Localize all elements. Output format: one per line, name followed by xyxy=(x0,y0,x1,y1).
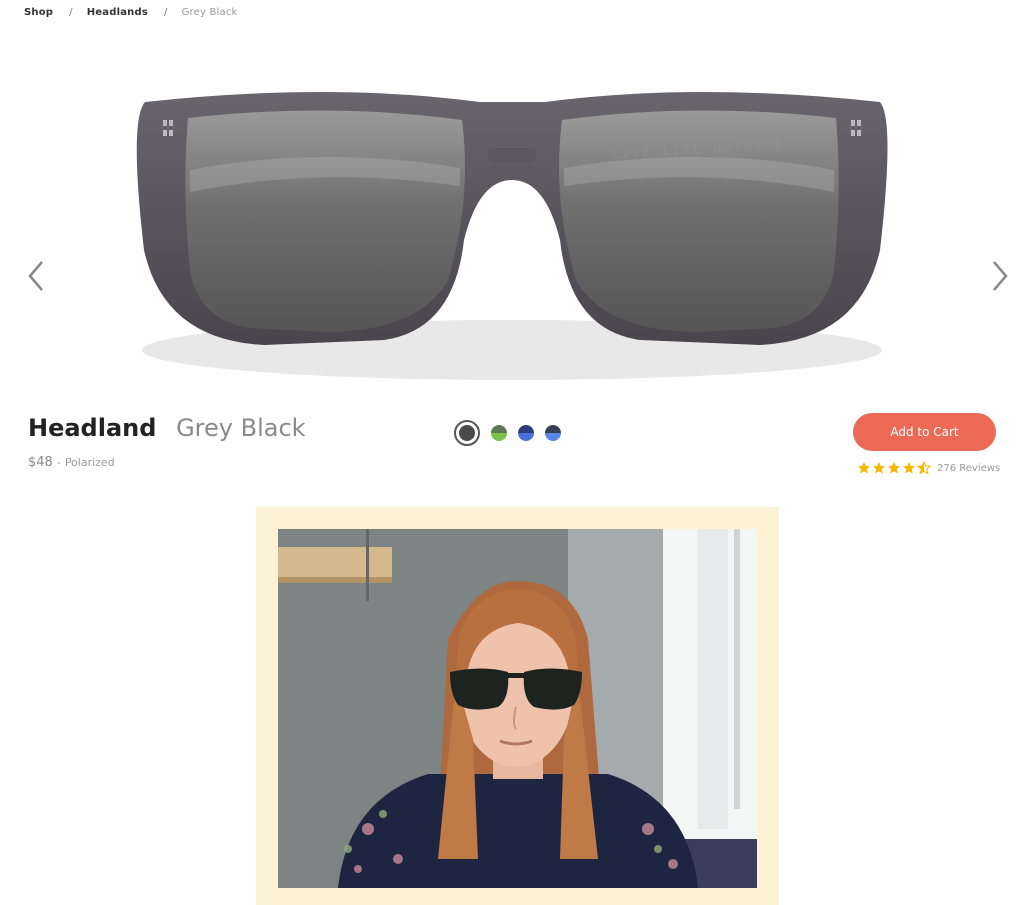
breadcrumb-separator: / xyxy=(69,7,73,18)
swatch-blue-grey[interactable] xyxy=(545,425,561,441)
star-half-icon xyxy=(917,461,931,475)
star-icon xyxy=(873,462,885,474)
breadcrumb: Shop / Headlands / Grey Black xyxy=(24,7,238,18)
subtitle-separator: - xyxy=(56,456,61,469)
product-hero: LIVE LIFE OUTSIDE xyxy=(0,40,1024,400)
swatch-green[interactable] xyxy=(491,425,507,441)
product-rating: 276 Reviews xyxy=(857,461,1000,475)
product-title: Headland Grey Black xyxy=(28,412,306,444)
swatch-grey-black[interactable] xyxy=(454,420,480,446)
reviews-link[interactable]: 276 Reviews xyxy=(937,463,1000,474)
sunglasses-image: LIVE LIFE OUTSIDE xyxy=(136,92,888,380)
lens-type: Polarized xyxy=(64,456,115,469)
add-to-cart-button[interactable]: Add to Cart xyxy=(853,413,996,451)
carousel-next-button[interactable] xyxy=(984,258,1012,294)
product-subtitle: $48 - Polarized xyxy=(28,455,115,470)
star-icon xyxy=(903,462,915,474)
breadcrumb-shop[interactable]: Shop xyxy=(24,7,53,18)
color-swatches xyxy=(454,420,561,446)
chevron-right-icon xyxy=(993,261,1008,291)
breadcrumb-current: Grey Black xyxy=(181,7,238,18)
chevron-left-icon xyxy=(28,261,43,291)
star-rating xyxy=(857,461,931,475)
product-color-name: Grey Black xyxy=(176,414,306,442)
product-price: $48 xyxy=(28,455,53,470)
breadcrumb-separator: / xyxy=(164,7,168,18)
star-icon xyxy=(888,462,900,474)
product-name: Headland xyxy=(28,414,157,442)
star-icon xyxy=(858,462,870,474)
virtual-try-on-video xyxy=(278,529,757,888)
breadcrumb-headlands[interactable]: Headlands xyxy=(87,7,148,18)
swatch-blue[interactable] xyxy=(518,425,534,441)
carousel-prev-button[interactable] xyxy=(24,258,52,294)
webcam-image xyxy=(278,529,757,888)
